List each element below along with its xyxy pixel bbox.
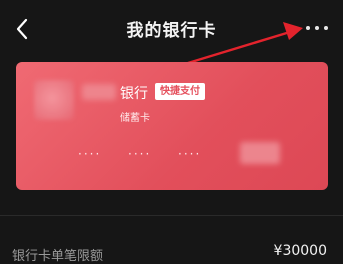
quick-pay-badge: 快捷支付 bbox=[155, 83, 205, 100]
more-horizontal-icon bbox=[306, 26, 310, 30]
card-number-group: ···· bbox=[78, 147, 102, 161]
top-nav-bar: 我的银行卡 bbox=[0, 0, 343, 56]
card-number-group: ···· bbox=[178, 147, 202, 161]
single-limit-value: ¥30000 bbox=[273, 243, 327, 259]
page-title: 我的银行卡 bbox=[126, 21, 217, 41]
bank-name: 银行 bbox=[120, 86, 148, 102]
more-options-button[interactable] bbox=[305, 21, 329, 35]
single-limit-label: 银行卡单笔限额 bbox=[12, 249, 104, 264]
card-number-group: ···· bbox=[128, 147, 152, 161]
card-number-last-digits-redacted bbox=[240, 142, 280, 164]
bank-name-redacted bbox=[82, 84, 116, 100]
bank-logo bbox=[34, 80, 74, 120]
more-dot bbox=[315, 26, 319, 30]
card-type: 储蓄卡 bbox=[120, 113, 150, 124]
divider bbox=[0, 215, 343, 216]
more-dot bbox=[324, 26, 328, 30]
bank-card[interactable]: 银行 快捷支付 储蓄卡 ···· ···· ···· bbox=[16, 62, 328, 190]
